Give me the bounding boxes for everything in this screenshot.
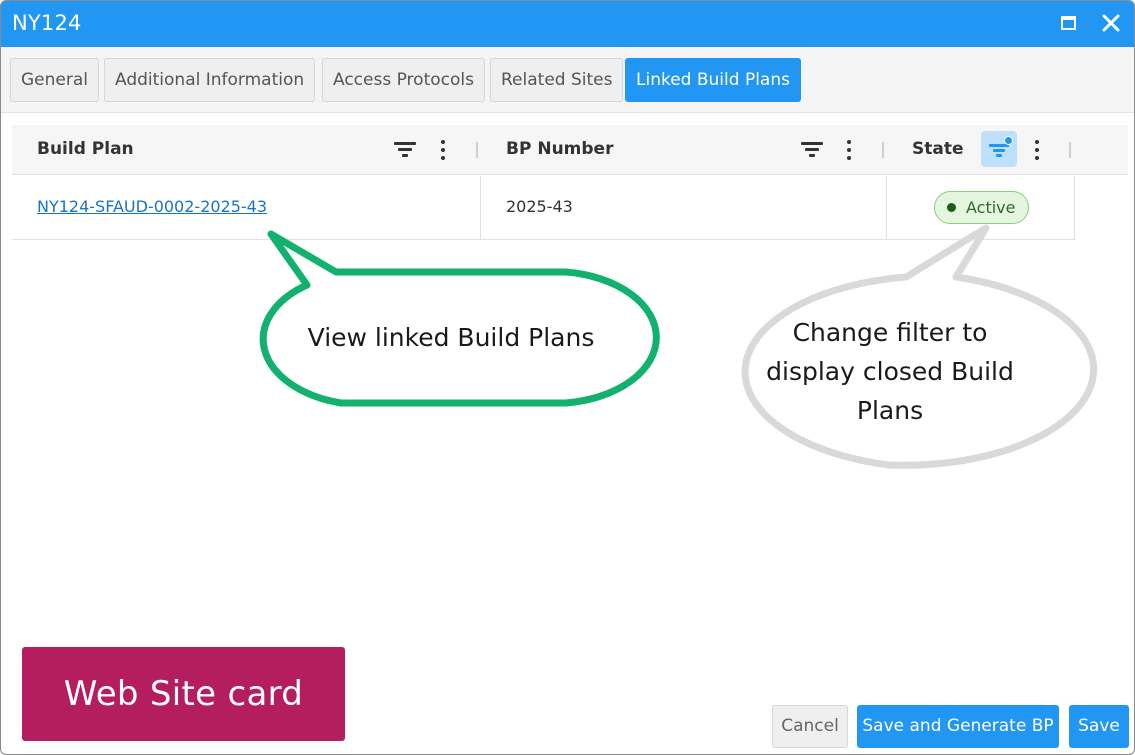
bp-number-menu-icon[interactable] — [846, 140, 852, 160]
state-menu-icon[interactable] — [1034, 140, 1040, 160]
state-filter-active-icon[interactable] — [981, 131, 1017, 167]
column-header-bp-number[interactable]: BP Number — [506, 139, 613, 159]
bp-number-cell: 2025-43 — [506, 197, 573, 216]
column-resize-handle[interactable] — [476, 142, 478, 158]
save-and-generate-bp-button[interactable]: Save and Generate BP — [857, 705, 1059, 748]
bp-number-filter-icon[interactable] — [801, 142, 823, 158]
tab-general[interactable]: General — [10, 58, 99, 102]
close-icon[interactable] — [1100, 12, 1122, 34]
column-header-state[interactable]: State — [912, 139, 964, 159]
tab-access-protocols[interactable]: Access Protocols — [322, 58, 485, 102]
status-badge: Active — [934, 191, 1029, 224]
build-plan-link[interactable]: NY124-SFAUD-0002-2025-43 — [37, 197, 267, 216]
green-callout-text: View linked Build Plans — [307, 323, 595, 352]
build-plan-filter-icon[interactable] — [394, 142, 416, 158]
tab-additional-information[interactable]: Additional Information — [104, 58, 316, 102]
grid-header: Build Plan BP Number State — [12, 125, 1128, 175]
cancel-button[interactable]: Cancel — [772, 705, 848, 748]
tab-related-sites[interactable]: Related Sites — [490, 58, 624, 102]
status-dot-icon — [947, 203, 956, 212]
column-resize-handle[interactable] — [882, 142, 884, 158]
title-bar: NY124 — [1, 1, 1134, 47]
tab-linked-build-plans[interactable]: Linked Build Plans — [625, 58, 801, 102]
web-site-card-label: Web Site card — [22, 647, 345, 741]
column-header-build-plan[interactable]: Build Plan — [37, 139, 134, 159]
build-plan-menu-icon[interactable] — [440, 140, 446, 160]
maximize-icon[interactable] — [1058, 12, 1080, 34]
tab-bar: General Additional Information Access Pr… — [1, 47, 1134, 113]
column-resize-handle[interactable] — [1069, 142, 1071, 158]
window-title: NY124 — [12, 11, 82, 35]
table-row[interactable]: NY124-SFAUD-0002-2025-43 2025-43 Active — [12, 176, 1075, 240]
site-card-window: NY124 General Additional Information Acc… — [0, 0, 1135, 755]
save-button[interactable]: Save — [1069, 705, 1129, 748]
gray-callout-text: Change filter to display closed Build Pl… — [766, 318, 1014, 425]
